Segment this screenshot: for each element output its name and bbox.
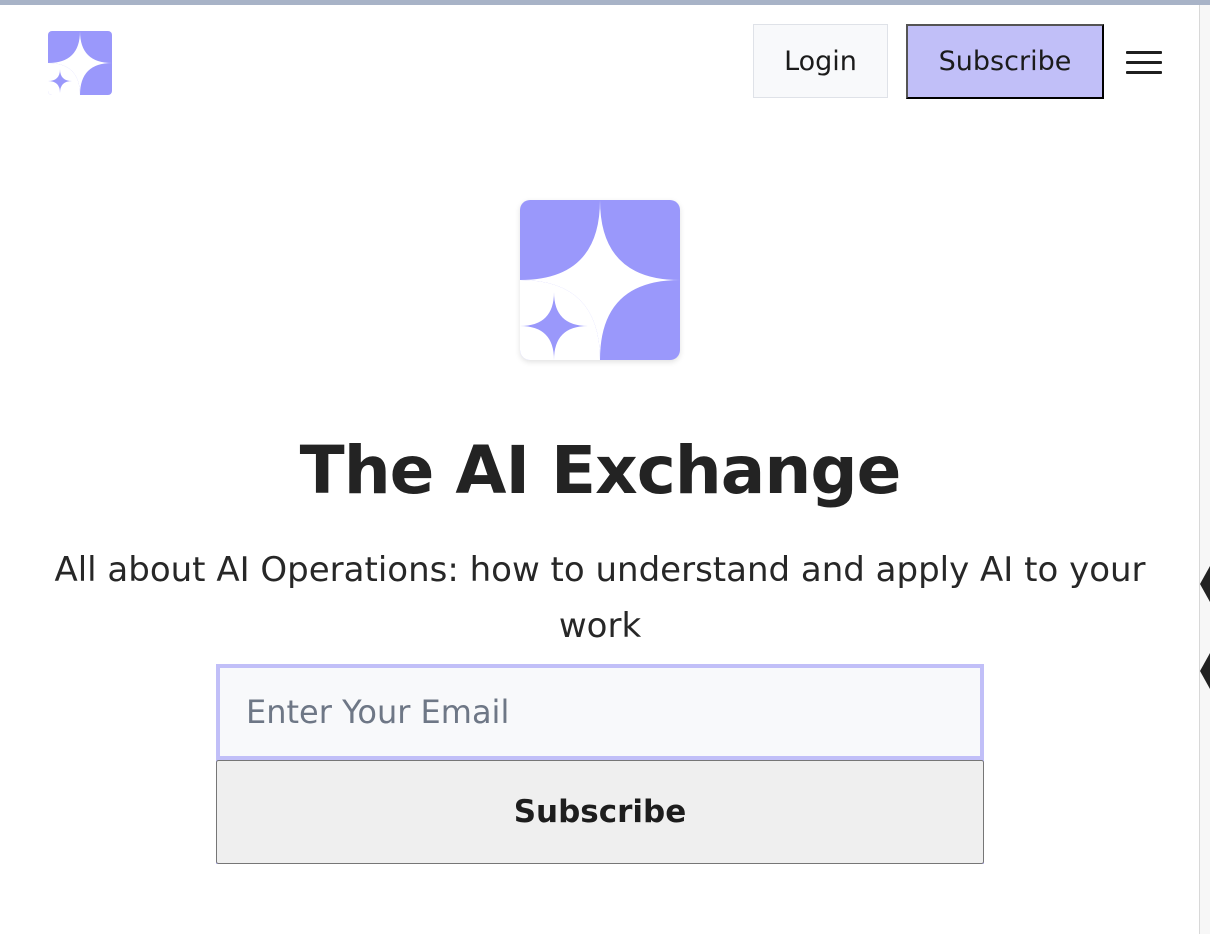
- email-input[interactable]: [220, 668, 980, 756]
- right-scroll-rail[interactable]: [1199, 5, 1210, 934]
- menu-line: [1126, 61, 1162, 64]
- rail-arrow-icon[interactable]: [1200, 550, 1210, 620]
- subscribe-button[interactable]: Subscribe: [906, 24, 1104, 99]
- rail-arrow-icon[interactable]: [1200, 637, 1210, 707]
- site-header: Login Subscribe: [0, 5, 1200, 119]
- page-title: The AI Exchange: [299, 432, 902, 510]
- subscribe-submit-button[interactable]: Subscribe: [216, 760, 984, 864]
- sparkle-logo-icon: [520, 200, 680, 360]
- sparkle-logo-icon[interactable]: [48, 31, 112, 95]
- hamburger-menu-icon[interactable]: [1126, 49, 1162, 77]
- menu-line: [1126, 71, 1162, 74]
- login-button[interactable]: Login: [753, 24, 888, 98]
- browser-window: Login Subscribe The AI Exchange All abou…: [0, 0, 1210, 934]
- email-signup-form: Subscribe: [216, 664, 984, 864]
- menu-line: [1126, 51, 1162, 54]
- page-subtitle: All about AI Operations: how to understa…: [54, 550, 1146, 646]
